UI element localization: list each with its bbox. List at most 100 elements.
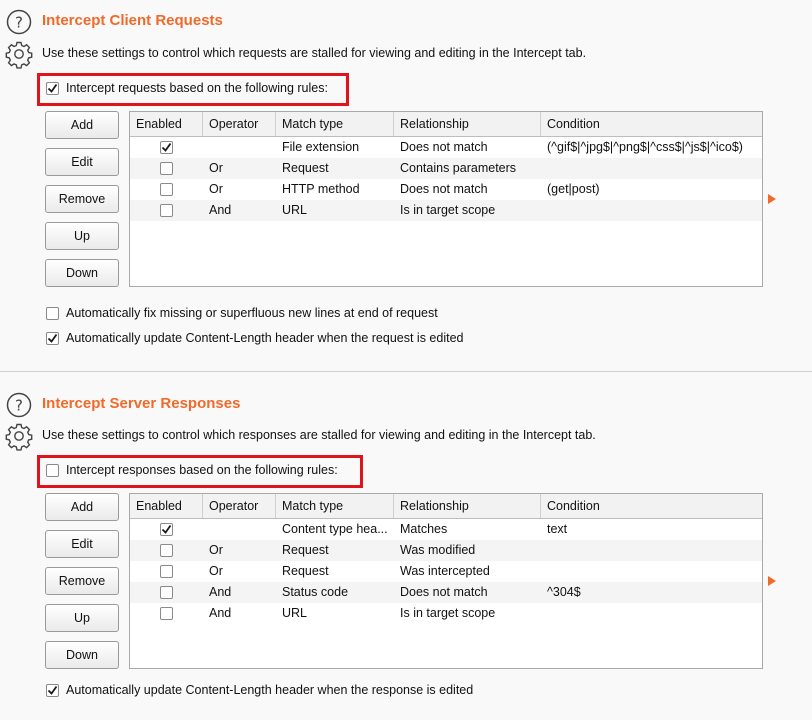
table-row[interactable]: Content type hea... Matches text xyxy=(130,519,762,540)
cell-condition: (^gif$|^jpg$|^png$|^css$|^js$|^ico$) xyxy=(547,140,743,154)
row-enabled-checkbox[interactable] xyxy=(160,544,173,557)
cell-operator xyxy=(209,519,274,540)
cell-match-type: Status code xyxy=(282,585,349,599)
row-enabled-checkbox[interactable] xyxy=(160,141,173,154)
cell-condition xyxy=(547,603,762,624)
cell-relationship: Contains parameters xyxy=(400,161,517,175)
section-description: Use these settings to control which resp… xyxy=(42,428,596,442)
intercept-requests-checkbox[interactable] xyxy=(46,82,59,95)
cell-operator: Or xyxy=(209,161,223,175)
cell-relationship: Does not match xyxy=(400,140,488,154)
cell-condition xyxy=(547,561,762,582)
request-rules-table: Enabled Operator Match type Relationship… xyxy=(129,111,763,287)
cell-match-type: URL xyxy=(282,203,308,217)
cell-match-type: URL xyxy=(282,606,308,620)
triangle-right-icon[interactable] xyxy=(768,194,776,204)
cell-relationship: Does not match xyxy=(400,585,488,599)
gear-icon xyxy=(5,423,33,451)
update-content-length-response-checkbox[interactable] xyxy=(46,684,59,697)
row-enabled-checkbox[interactable] xyxy=(160,162,173,175)
column-header-condition[interactable]: Condition xyxy=(541,112,762,136)
table-row[interactable]: Or HTTP method Does not match (get|post) xyxy=(130,179,762,200)
update-content-length-request-label: Automatically update Content-Length head… xyxy=(66,331,464,345)
column-header-condition[interactable]: Condition xyxy=(541,494,762,518)
cell-condition: text xyxy=(547,522,568,536)
row-enabled-checkbox[interactable] xyxy=(160,607,173,620)
row-enabled-checkbox[interactable] xyxy=(160,204,173,217)
cell-operator: And xyxy=(209,585,232,599)
column-header-match-type[interactable]: Match type xyxy=(276,112,394,136)
add-button[interactable]: Add xyxy=(45,111,119,139)
cell-operator: Or xyxy=(209,564,223,578)
cell-condition xyxy=(547,158,762,179)
down-button[interactable]: Down xyxy=(45,259,119,287)
section-title: Intercept Server Responses xyxy=(42,395,241,412)
column-header-enabled[interactable]: Enabled xyxy=(130,112,203,136)
cell-relationship: Was intercepted xyxy=(400,564,490,578)
cell-relationship: Is in target scope xyxy=(400,606,496,620)
edit-button[interactable]: Edit xyxy=(45,148,119,176)
update-content-length-request-checkbox[interactable] xyxy=(46,332,59,345)
cell-match-type: HTTP method xyxy=(282,182,360,196)
cell-operator: Or xyxy=(209,182,223,196)
section-divider xyxy=(0,371,812,372)
cell-condition: ^304$ xyxy=(547,585,581,599)
cell-condition: (get|post) xyxy=(547,182,600,196)
cell-condition xyxy=(547,540,762,561)
column-header-enabled[interactable]: Enabled xyxy=(130,494,203,518)
edit-button[interactable]: Edit xyxy=(45,530,119,558)
cell-match-type: Request xyxy=(282,543,329,557)
section-title: Intercept Client Requests xyxy=(42,12,223,29)
table-row[interactable]: Or Request Contains parameters xyxy=(130,158,762,179)
cell-relationship: Matches xyxy=(400,522,448,536)
cell-match-type: Request xyxy=(282,564,329,578)
row-enabled-checkbox[interactable] xyxy=(160,523,173,536)
column-header-relationship[interactable]: Relationship xyxy=(394,112,541,136)
table-header: Enabled Operator Match type Relationship… xyxy=(130,112,762,137)
cell-match-type: Content type hea... xyxy=(282,522,388,536)
column-header-operator[interactable]: Operator xyxy=(203,494,276,518)
cell-operator: And xyxy=(209,203,232,217)
cell-operator: Or xyxy=(209,543,223,557)
table-row[interactable]: Or Request Was intercepted xyxy=(130,561,762,582)
fix-newlines-checkbox[interactable] xyxy=(46,307,59,320)
intercept-responses-label: Intercept responses based on the followi… xyxy=(66,463,338,477)
svg-text:?: ? xyxy=(15,14,23,32)
row-enabled-checkbox[interactable] xyxy=(160,586,173,599)
svg-text:?: ? xyxy=(15,397,23,415)
column-header-match-type[interactable]: Match type xyxy=(276,494,394,518)
cell-condition xyxy=(547,200,762,221)
gear-icon xyxy=(5,41,33,69)
column-header-operator[interactable]: Operator xyxy=(203,112,276,136)
response-rules-table: Enabled Operator Match type Relationship… xyxy=(129,493,763,669)
down-button[interactable]: Down xyxy=(45,641,119,669)
up-button[interactable]: Up xyxy=(45,222,119,250)
intercept-requests-label: Intercept requests based on the followin… xyxy=(66,81,328,95)
table-row[interactable]: Or Request Was modified xyxy=(130,540,762,561)
section-description: Use these settings to control which requ… xyxy=(42,46,587,60)
cell-operator: And xyxy=(209,606,232,620)
cell-match-type: Request xyxy=(282,161,329,175)
help-icon[interactable]: ? xyxy=(6,392,32,418)
add-button[interactable]: Add xyxy=(45,493,119,521)
up-button[interactable]: Up xyxy=(45,604,119,632)
intercept-responses-checkbox[interactable] xyxy=(46,464,59,477)
table-header: Enabled Operator Match type Relationship… xyxy=(130,494,762,519)
table-row[interactable]: And URL Is in target scope xyxy=(130,200,762,221)
remove-button[interactable]: Remove xyxy=(45,567,119,595)
cell-relationship: Does not match xyxy=(400,182,488,196)
triangle-right-icon[interactable] xyxy=(768,576,776,586)
table-row[interactable]: And URL Is in target scope xyxy=(130,603,762,624)
row-enabled-checkbox[interactable] xyxy=(160,565,173,578)
cell-relationship: Is in target scope xyxy=(400,203,496,217)
update-content-length-response-label: Automatically update Content-Length head… xyxy=(66,683,474,697)
row-enabled-checkbox[interactable] xyxy=(160,183,173,196)
column-header-relationship[interactable]: Relationship xyxy=(394,494,541,518)
cell-relationship: Was modified xyxy=(400,543,476,557)
fix-newlines-label: Automatically fix missing or superfluous… xyxy=(66,306,438,320)
table-row[interactable]: And Status code Does not match ^304$ xyxy=(130,582,762,603)
help-icon[interactable]: ? xyxy=(6,9,32,35)
remove-button[interactable]: Remove xyxy=(45,185,119,213)
cell-operator xyxy=(209,137,274,158)
table-row[interactable]: File extension Does not match (^gif$|^jpg$… xyxy=(130,137,762,158)
